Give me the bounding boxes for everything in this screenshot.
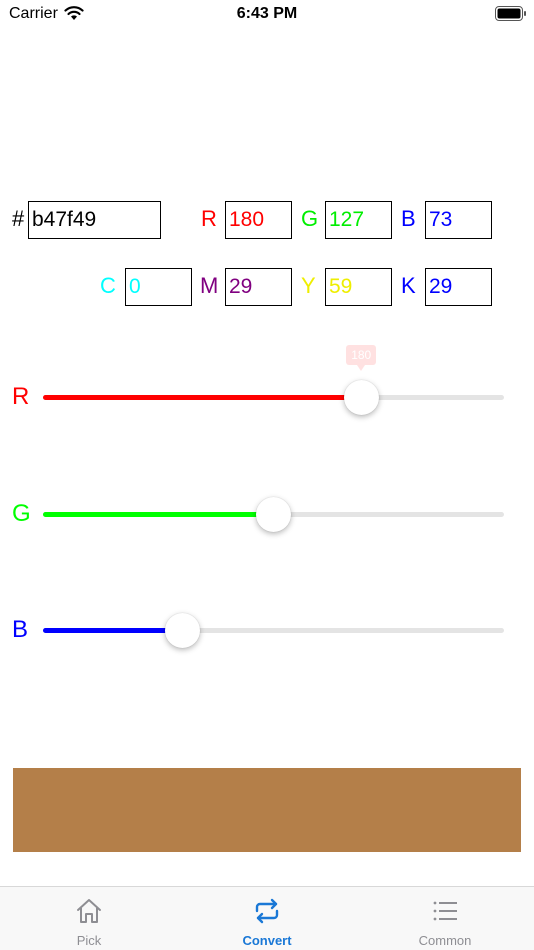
red-slider[interactable]: 180 [43, 345, 504, 415]
green-slider-thumb[interactable] [255, 497, 291, 532]
green-label: G [301, 206, 319, 231]
green-slider-fill [43, 512, 273, 517]
yellow-label: Y [301, 273, 316, 298]
home-icon [77, 899, 101, 923]
tab-common[interactable]: Common [385, 887, 505, 950]
tab-pick-label: Pick [76, 933, 102, 948]
key-black-label: K [401, 273, 416, 298]
red-label: R [201, 206, 217, 231]
blue-slider-fill [43, 628, 183, 633]
tab-convert-label: Convert [242, 933, 292, 948]
red-input[interactable]: 180 [225, 201, 292, 239]
blue-slider-thumb[interactable] [165, 613, 201, 648]
red-slider-value-bubble: 180 [346, 345, 377, 371]
red-slider-label: R [12, 383, 30, 410]
red-slider-thumb[interactable] [344, 380, 380, 415]
color-preview-swatch [13, 768, 521, 852]
blue-slider[interactable] [43, 613, 504, 648]
status-bar: Carrier 6:43 PM [0, 0, 534, 30]
tab-common-label: Common [418, 933, 472, 948]
key-black-input[interactable]: 29 [425, 268, 492, 306]
red-slider-fill [43, 395, 362, 400]
tab-convert[interactable]: Convert [207, 887, 327, 950]
hex-input[interactable]: b47f49 [28, 201, 161, 239]
tab-pick[interactable]: Pick [29, 887, 149, 950]
list-icon [433, 901, 457, 921]
clock: 6:43 PM [236, 5, 298, 22]
tab-bar: Pick Convert Common [0, 886, 534, 950]
magenta-input[interactable]: 29 [225, 268, 292, 306]
blue-slider-label: B [12, 616, 29, 643]
blue-input[interactable]: 73 [425, 201, 492, 239]
battery-icon [495, 6, 526, 21]
green-slider-label: G [12, 500, 31, 527]
blue-label: B [401, 206, 416, 231]
green-input[interactable]: 127 [325, 201, 392, 239]
magenta-label: M [200, 273, 219, 298]
convert-icon [255, 898, 279, 924]
hex-prefix-label: # [12, 206, 25, 231]
cyan-input[interactable]: 0 [125, 268, 192, 306]
yellow-input[interactable]: 59 [325, 268, 392, 306]
green-slider[interactable] [43, 497, 504, 532]
cyan-label: C [100, 273, 116, 298]
